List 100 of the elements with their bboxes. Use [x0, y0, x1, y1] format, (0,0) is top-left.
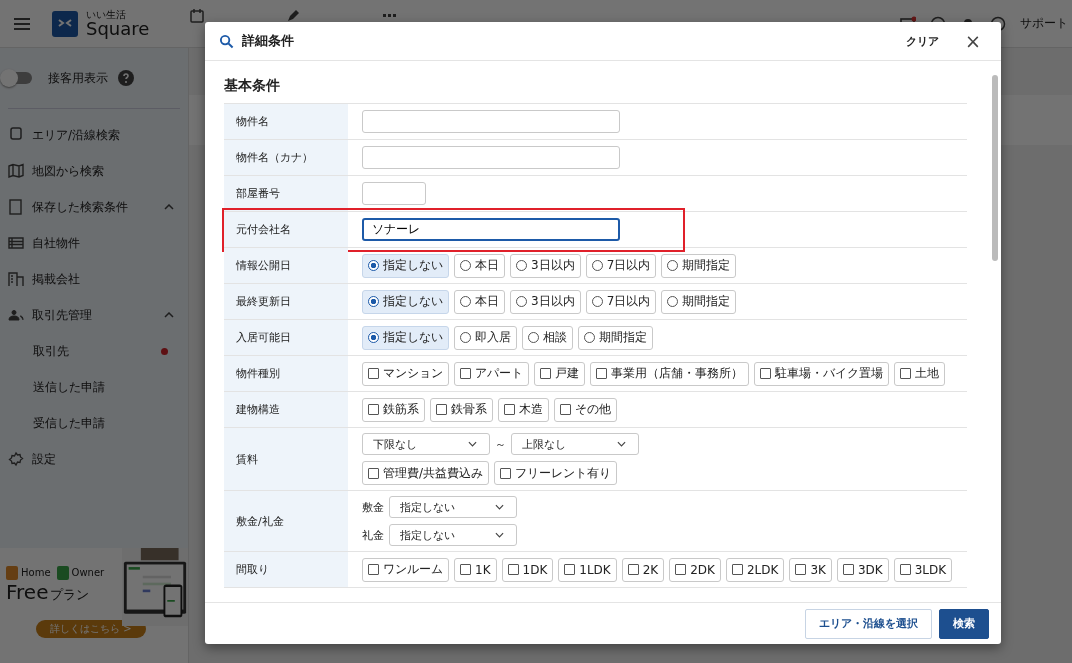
close-button[interactable]: × — [965, 31, 981, 51]
radio-option[interactable]: 3日以内 — [510, 289, 581, 314]
checkbox-option[interactable]: 2LDK — [725, 557, 785, 582]
checkbox-option[interactable]: 3LDK — [893, 557, 953, 582]
field-label: 入居可能日 — [224, 320, 348, 355]
scrollbar[interactable] — [989, 61, 1001, 602]
field-label: 賃料 — [224, 428, 348, 490]
calendar-icon[interactable] — [189, 7, 206, 24]
checkbox-option[interactable]: 戸建 — [534, 361, 585, 386]
dropdown[interactable]: 下限なし — [362, 433, 490, 455]
sidebar-item[interactable]: エリア/沿線検索 — [0, 117, 188, 153]
radio-option[interactable]: 3日以内 — [510, 253, 581, 278]
checkbox-option[interactable]: 鉄筋系 — [362, 397, 425, 422]
radio-option[interactable]: 7日以内 — [585, 289, 657, 314]
field-label: 元付会社名 — [224, 212, 348, 247]
toggle-label: 接客用表示 — [48, 69, 108, 87]
dropdown[interactable]: 指定しない — [389, 496, 517, 518]
text-field[interactable] — [362, 110, 620, 133]
sidebar-item[interactable]: 掲載会社 — [0, 261, 188, 297]
field-label: 物件種別 — [224, 356, 348, 391]
checkbox-option[interactable]: 鉄骨系 — [430, 397, 493, 422]
menu-icon[interactable] — [14, 17, 30, 30]
pen-icon[interactable] — [285, 7, 302, 24]
checkbox-option[interactable]: 土地 — [894, 361, 945, 386]
building-icon — [8, 271, 24, 287]
search-icon — [219, 33, 234, 49]
checkbox-option[interactable]: ワンルーム — [362, 557, 449, 582]
dropdown-label: 敷金 — [362, 499, 384, 515]
checkbox-option[interactable]: 1DK — [501, 557, 554, 582]
range-separator: ～ — [495, 436, 506, 452]
dialog-button[interactable]: エリア・沿線を選択 — [805, 608, 932, 639]
radio-option[interactable]: 指定しない — [362, 325, 449, 350]
field-label: 物件名（カナ） — [224, 140, 348, 175]
sidebar-subitem[interactable]: 受信した申請 — [33, 414, 105, 432]
checkbox-option[interactable]: 木造 — [498, 397, 549, 422]
ad-banner[interactable]: Home Owner Free プラン 詳しくはこちら > — [0, 548, 188, 663]
dialog-button[interactable]: 検索 — [939, 608, 989, 639]
radio-option[interactable]: 7日以内 — [585, 253, 657, 278]
caret-icon — [617, 441, 626, 447]
chevron-icon[interactable] — [164, 204, 174, 210]
radio-option[interactable]: 本日 — [454, 253, 505, 278]
checkbox-option[interactable]: 3DK — [836, 557, 889, 582]
plan-title: Free — [6, 582, 49, 602]
sidebar-item[interactable]: 保存した検索条件 — [0, 189, 188, 225]
radio-option[interactable]: 指定しない — [362, 253, 449, 278]
radio-option[interactable]: 期間指定 — [578, 325, 653, 350]
chevron-icon[interactable] — [164, 312, 174, 318]
radio-option[interactable]: 即入居 — [454, 325, 517, 350]
product-name: Owner — [71, 568, 105, 578]
toggle-switch[interactable] — [2, 72, 32, 84]
logo-icon — [52, 10, 78, 37]
radio-option[interactable]: 期間指定 — [661, 289, 737, 314]
map-icon — [8, 163, 24, 179]
dropdown-label: 礼金 — [362, 527, 384, 543]
checkbox-option[interactable]: その他 — [554, 397, 617, 422]
plan-title: プラン — [50, 586, 90, 604]
checkbox-option[interactable]: 駐車場・バイク置場 — [754, 361, 889, 386]
field-label: 建物構造 — [224, 392, 348, 427]
checkbox-option[interactable]: マンション — [362, 361, 449, 386]
brand-name: Square — [86, 19, 150, 38]
text-field[interactable] — [362, 182, 426, 205]
checkbox-option[interactable]: 3K — [789, 557, 832, 582]
field-label: 最終更新日 — [224, 284, 348, 319]
dropdown[interactable]: 指定しない — [389, 524, 517, 546]
checkbox-option[interactable]: 2DK — [669, 557, 721, 582]
sidebar-item[interactable]: 取引先管理 — [0, 297, 188, 333]
radio-option[interactable]: 相談 — [522, 325, 573, 350]
text-field[interactable] — [362, 146, 620, 169]
checkbox-option[interactable]: 1LDK — [558, 557, 617, 582]
radio-option[interactable]: 指定しない — [362, 289, 449, 314]
field-label: 部屋番号 — [224, 176, 348, 211]
checkbox-option[interactable]: 2K — [621, 557, 665, 582]
caret-icon — [495, 532, 504, 538]
field-label: 間取り — [224, 552, 348, 587]
sidebar-item[interactable]: 自社物件 — [0, 225, 188, 261]
radio-option[interactable]: 本日 — [454, 289, 505, 314]
text-field[interactable]: ソナーレ — [362, 218, 620, 241]
support-link[interactable]: サポート — [1020, 15, 1068, 32]
section-title: 基本条件 — [224, 77, 281, 95]
owner-logo-icon — [56, 566, 69, 580]
dropdown[interactable]: 上限なし — [511, 433, 639, 455]
list-icon — [8, 235, 24, 251]
sidebar-item[interactable]: 設定 — [0, 441, 188, 477]
sidebar-item[interactable]: 地図から検索 — [0, 153, 188, 189]
caret-icon — [495, 504, 504, 510]
checkbox-option[interactable]: 管理費/共益費込み — [362, 461, 490, 485]
clear-link[interactable]: クリア — [906, 33, 940, 49]
sidebar-subitem[interactable]: 送信した申請 — [33, 378, 105, 396]
field-label: 情報公開日 — [224, 248, 348, 283]
caret-icon — [468, 441, 477, 447]
gear-icon — [8, 451, 24, 467]
house-logo-icon — [6, 566, 18, 580]
checkbox-option[interactable]: 事業用（店舗・事務所） — [590, 361, 749, 386]
checkbox-option[interactable]: 1K — [454, 557, 497, 582]
product-name: Home — [21, 568, 51, 578]
brand-tagline: いい生活 — [86, 9, 126, 20]
sidebar-subitem[interactable]: 取引先 — [33, 342, 69, 360]
checkbox-option[interactable]: フリーレント有り — [494, 461, 618, 485]
radio-option[interactable]: 期間指定 — [661, 253, 737, 278]
checkbox-option[interactable]: アパート — [454, 361, 529, 386]
